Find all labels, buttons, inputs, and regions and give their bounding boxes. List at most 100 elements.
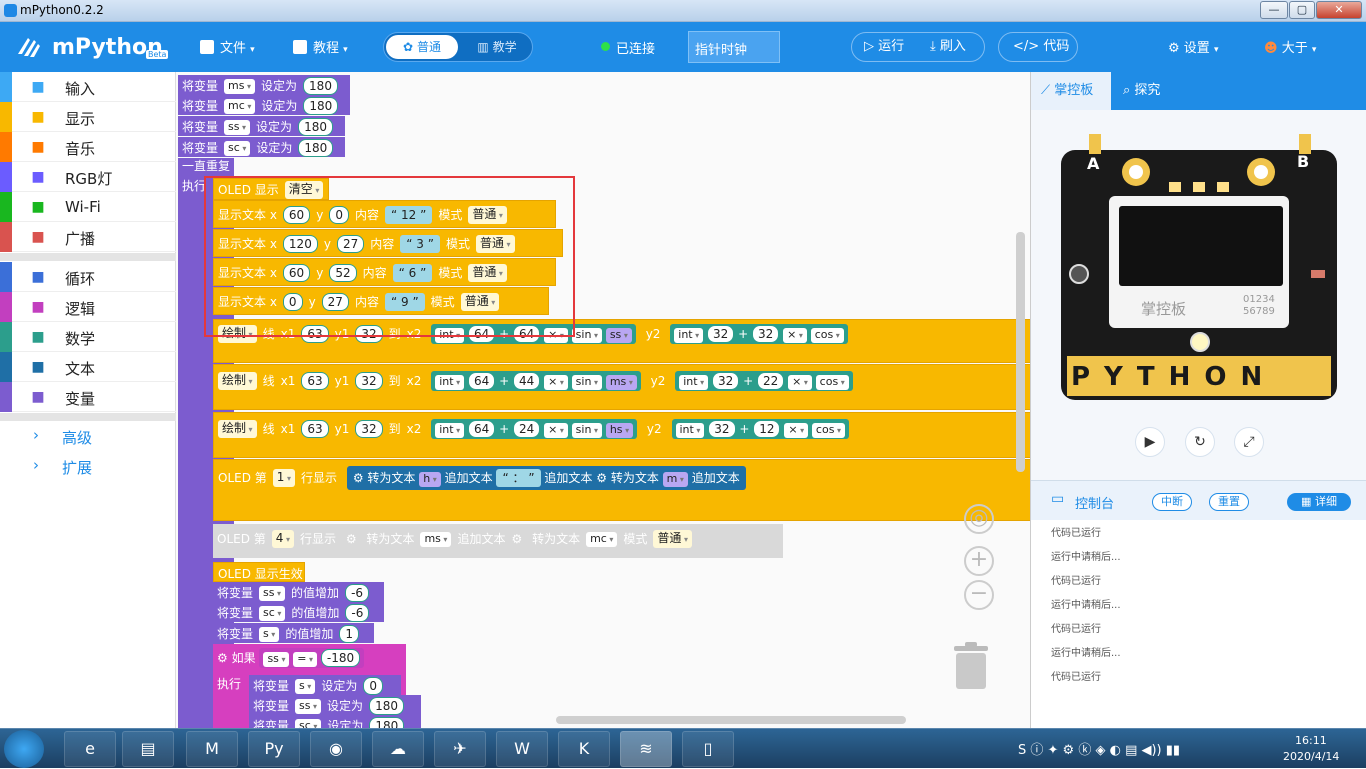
project-name-input[interactable]: 指针时钟 <box>688 31 780 63</box>
var-dropdown[interactable]: s <box>295 678 316 694</box>
var-increment-block[interactable]: 将变量 s 的值增加 1 <box>213 623 374 643</box>
int-dropdown[interactable]: int <box>675 423 705 438</box>
var-dropdown[interactable]: s <box>259 626 280 642</box>
times-dropdown[interactable]: × <box>544 423 568 438</box>
number-input[interactable]: -6 <box>345 584 370 602</box>
settings-menu[interactable]: ⚙ 设置 ▾ <box>1168 37 1218 56</box>
reset-icon-button[interactable]: ↻ <box>1185 427 1215 457</box>
int-dropdown[interactable]: int <box>674 328 704 343</box>
sidebar-item-3[interactable]: ■ RGB灯 <box>0 162 176 192</box>
var-dropdown[interactable]: sc <box>259 605 286 621</box>
var-dropdown[interactable]: ss <box>263 652 290 667</box>
user-menu[interactable]: ☻ 大于 ▾ <box>1264 37 1316 56</box>
oled-row-show-block-disabled[interactable]: OLED 第 4 行显示 ⚙ 转为文本 ms 追加文本 ⚙ 转为文本 mc 模式普通 <box>213 524 783 558</box>
number-input[interactable]: 32 <box>751 325 780 343</box>
sidebar-item-7[interactable]: ■ 逻辑 <box>0 292 176 322</box>
set-var-block[interactable]: 将变量 s 设定为 0 <box>249 675 401 695</box>
cos-dropdown[interactable]: cos <box>815 375 849 390</box>
number-input[interactable]: 180 <box>298 139 334 157</box>
sin-dropdown[interactable]: sin <box>571 423 602 438</box>
sidebar-item-6[interactable]: ■ 循环 <box>0 262 176 292</box>
play-icon-button[interactable]: ▶ <box>1135 427 1165 457</box>
zoom-out-icon[interactable]: − <box>964 580 994 610</box>
var-dropdown[interactable]: sc <box>295 718 322 728</box>
number-input[interactable]: 32 <box>355 372 383 390</box>
number-input[interactable]: 1 <box>339 625 359 643</box>
recenter-icon[interactable]: ◎ <box>964 504 994 534</box>
var-dropdown[interactable]: ss <box>295 698 322 714</box>
int-block[interactable]: int 32 + 22 × cos <box>675 371 853 391</box>
sidebar-item-1[interactable]: ■ 显示 <box>0 102 176 132</box>
sidebar-item-8[interactable]: ■ 数学 <box>0 322 176 352</box>
var-increment-block[interactable]: 将变量 sc 的值增加 -6 <box>213 602 384 622</box>
row-dropdown[interactable]: 4 <box>271 530 294 548</box>
draw-dropdown[interactable]: 绘制 <box>218 420 257 438</box>
times-dropdown[interactable]: × <box>544 375 568 390</box>
number-input[interactable]: 180 <box>369 697 404 715</box>
var-dropdown[interactable]: mc <box>586 531 618 547</box>
mode-normal-button[interactable]: ✿ 普通 <box>386 35 458 59</box>
workspace-horizontal-scrollbar[interactable] <box>556 716 906 724</box>
number-input[interactable]: 24 <box>512 420 541 438</box>
flash-button[interactable]: ⤓ 刷入 <box>930 33 966 61</box>
number-input[interactable]: 63 <box>301 372 329 390</box>
to-text-block[interactable]: ⚙ 转为文本 h 追加文本 “ ： ” 追加文本 ⚙ 转为文本 m 追加文本 <box>346 466 746 490</box>
var-dropdown[interactable]: hs <box>605 423 634 438</box>
cos-dropdown[interactable]: cos <box>810 328 844 343</box>
reset-button[interactable]: 重置 <box>1209 493 1249 511</box>
int-block[interactable]: int 32 + 12 × cos <box>671 419 849 439</box>
int-dropdown[interactable]: int <box>435 375 465 390</box>
sidebar-item-5[interactable]: ■ 广播 <box>0 222 176 252</box>
mpython-taskbar-icon[interactable]: ≋ <box>620 731 672 767</box>
code-button[interactable]: </> 代码 <box>998 32 1078 62</box>
int-block[interactable]: int 64 + 44 × sin ms <box>431 371 641 391</box>
var-dropdown[interactable]: h <box>419 472 441 487</box>
number-input[interactable]: 32 <box>355 420 383 438</box>
zoom-in-icon[interactable]: + <box>964 546 994 576</box>
file-explorer-icon[interactable]: ▤ <box>122 731 174 767</box>
sin-dropdown[interactable]: sin <box>571 328 602 343</box>
sidebar-extend[interactable]: › 扩展 <box>0 451 176 481</box>
number-input[interactable]: 63 <box>301 420 329 438</box>
maximize-button[interactable]: ▢ <box>1289 1 1315 19</box>
phone-icon[interactable]: ▯ <box>682 731 734 767</box>
set-var-block[interactable]: 将变量 ms 设定为 180 <box>178 75 350 95</box>
number-input[interactable]: 180 <box>369 717 405 728</box>
sidebar-item-0[interactable]: ■ 输入 <box>0 72 176 102</box>
number-input[interactable]: 32 <box>708 420 736 438</box>
set-var-block[interactable]: 将变量 sc 设定为 180 <box>249 715 421 728</box>
workspace-vertical-scrollbar[interactable] <box>1016 232 1025 472</box>
number-input[interactable]: 44 <box>512 372 541 390</box>
number-input[interactable]: -180 <box>320 649 361 667</box>
var-dropdown[interactable]: ss <box>605 328 632 343</box>
int-block[interactable]: int 32 + 32 × cos <box>670 324 848 344</box>
int-dropdown[interactable]: int <box>679 375 709 390</box>
sidebar-item-10[interactable]: ■ 变量 <box>0 382 176 412</box>
cos-dropdown[interactable]: cos <box>811 423 845 438</box>
number-input[interactable]: 180 <box>298 118 333 136</box>
trash-icon[interactable] <box>952 642 990 690</box>
number-input[interactable]: 32 <box>707 325 735 343</box>
number-input[interactable]: 64 <box>467 372 496 390</box>
close-button[interactable]: ✕ <box>1316 1 1362 19</box>
start-button[interactable] <box>4 730 44 768</box>
sidebar-item-9[interactable]: ■ 文本 <box>0 352 176 382</box>
mode-teach-button[interactable]: ▥ 教学 <box>464 35 530 59</box>
sidebar-item-4[interactable]: ■ Wi-Fi <box>0 192 176 222</box>
var-dropdown[interactable]: ms <box>605 375 637 390</box>
string-input[interactable]: “ ： ” <box>496 469 541 487</box>
var-dropdown[interactable]: ms <box>224 78 256 94</box>
var-dropdown[interactable]: ss <box>259 585 286 601</box>
times-dropdown[interactable]: × <box>788 375 812 390</box>
block-workspace[interactable]: 将变量ms设定为180 将变量mc设定为180 将变量ss设定为180 将变量s… <box>176 72 1031 728</box>
python-icon[interactable]: Py <box>248 731 300 767</box>
mode-dropdown[interactable]: 普通 <box>653 530 692 548</box>
number-input[interactable]: 64 <box>467 420 496 438</box>
row-dropdown[interactable]: 1 <box>272 469 295 487</box>
tab-board[interactable]: ⟋ 掌控板 <box>1031 72 1111 110</box>
number-input[interactable]: 22 <box>756 372 785 390</box>
draw-line-block[interactable]: 绘制线 x1 63 y1 32 到 x2 int 64 + 44 × sin ms y2 i… <box>213 364 1030 410</box>
cloud-icon[interactable]: ☁ <box>372 731 424 767</box>
wps-icon[interactable]: W <box>496 731 548 767</box>
file-menu[interactable]: 文件 ▾ <box>200 37 255 56</box>
